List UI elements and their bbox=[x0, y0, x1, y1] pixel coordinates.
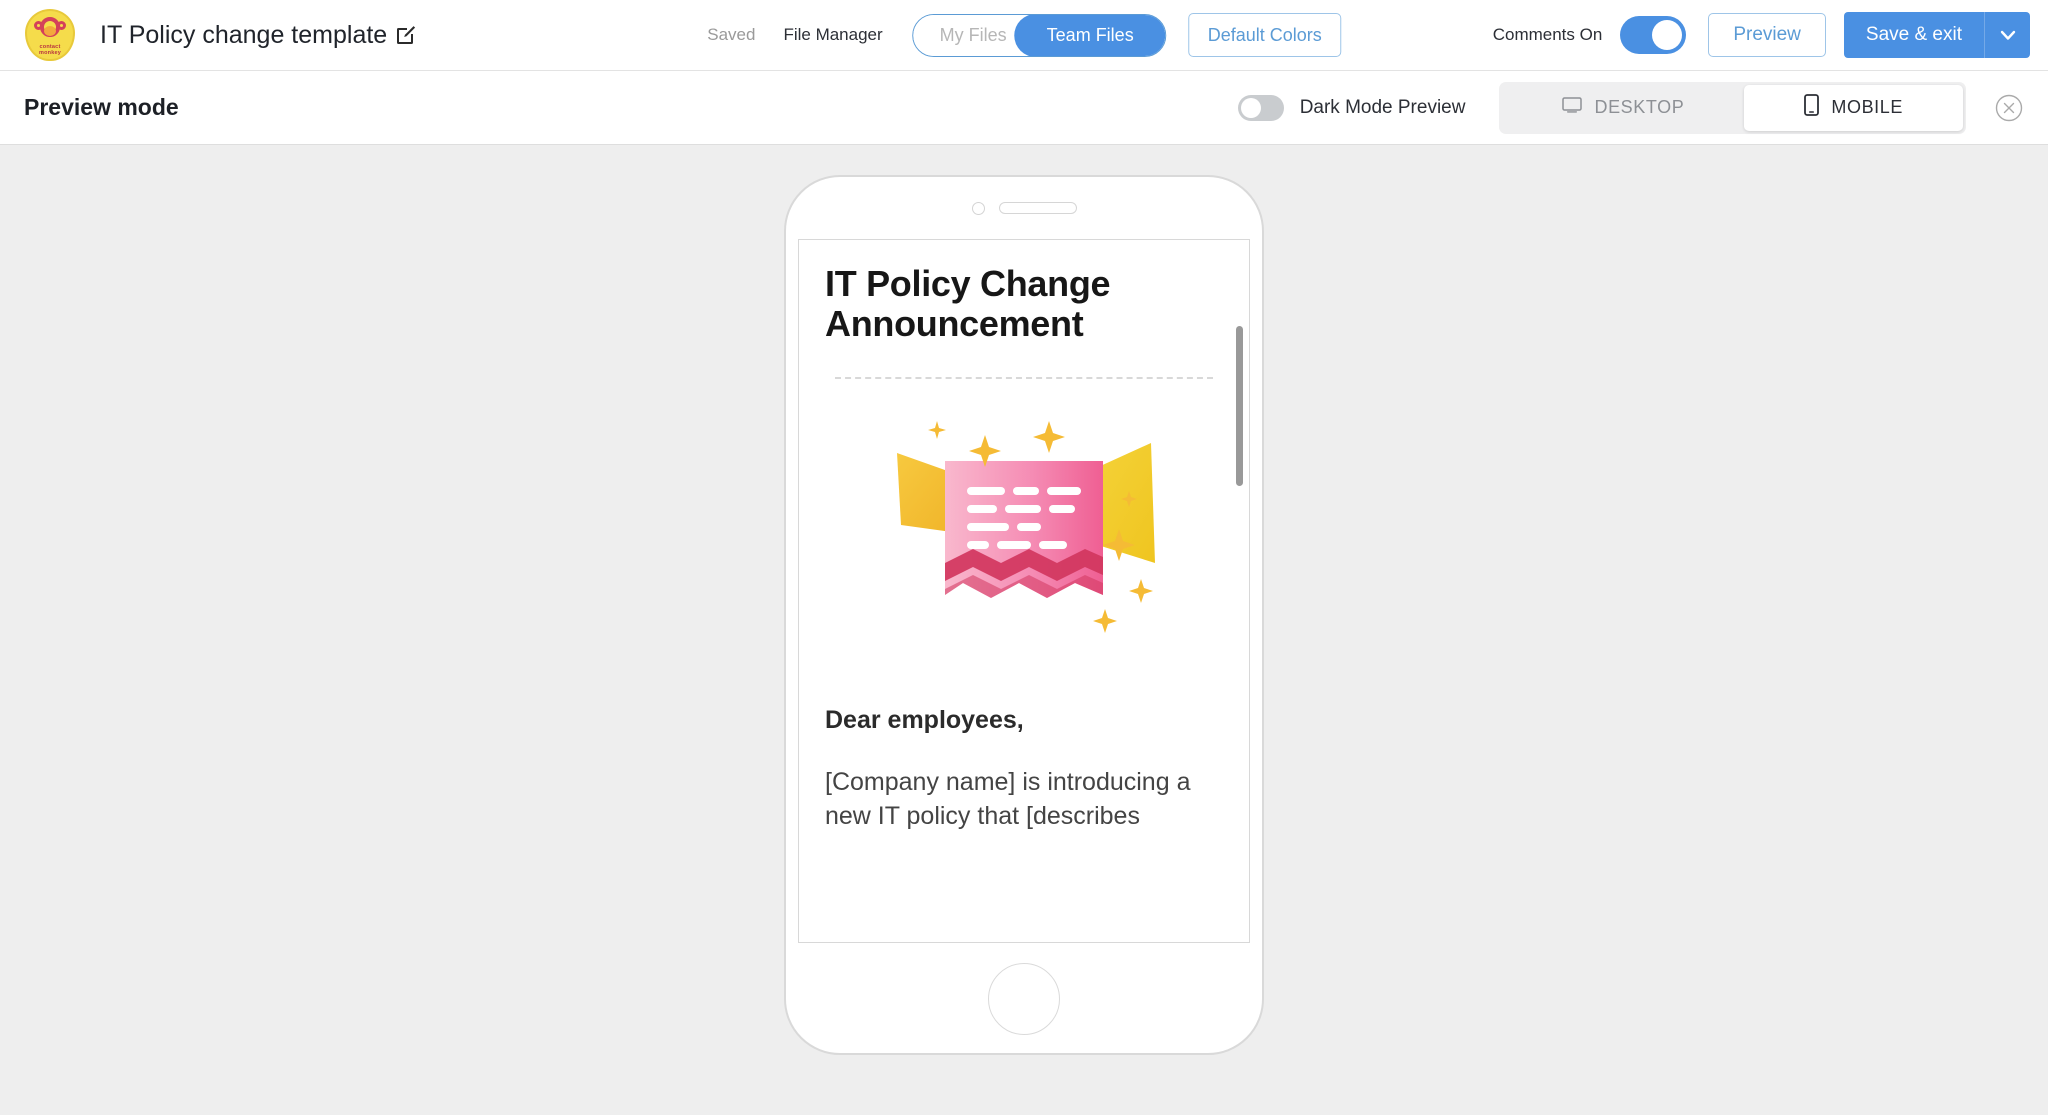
contactmonkey-logo-badge: contact monkey bbox=[25, 9, 75, 61]
dark-mode-preview-label: Dark Mode Preview bbox=[1299, 96, 1466, 118]
files-scope-toggle[interactable]: My Files Team Files bbox=[912, 13, 1167, 57]
save-and-exit-button[interactable]: Save & exit bbox=[1843, 12, 1984, 58]
email-scrollbar-thumb[interactable] bbox=[1236, 326, 1243, 486]
comments-toggle[interactable] bbox=[1620, 16, 1687, 54]
document-title: IT Policy change template bbox=[100, 21, 417, 50]
email-divider bbox=[835, 376, 1213, 379]
announcement-megaphone-illustration bbox=[889, 413, 1159, 658]
monkey-face-icon bbox=[34, 16, 66, 43]
comments-label: Comments On bbox=[1492, 25, 1603, 44]
email-preview-content: IT Policy Change Announcement Dear emplo… bbox=[799, 240, 1249, 942]
device-option-desktop-label: DESKTOP bbox=[1594, 97, 1685, 117]
phone-screen: IT Policy Change Announcement Dear emplo… bbox=[798, 239, 1250, 943]
default-colors-button[interactable]: Default Colors bbox=[1188, 13, 1341, 57]
logo-wordmark: contact monkey bbox=[39, 43, 61, 56]
email-heading: IT Policy Change Announcement bbox=[825, 263, 1111, 345]
toolbar-center-group: Saved File Manager My Files Team Files D… bbox=[707, 13, 1341, 57]
email-greeting: Dear employees, bbox=[825, 705, 1024, 734]
toggle-knob bbox=[1240, 97, 1261, 118]
phone-home-button[interactable] bbox=[988, 963, 1060, 1035]
toggle-knob bbox=[1652, 20, 1683, 50]
saved-status: Saved bbox=[707, 25, 756, 44]
preview-mode-title: Preview mode bbox=[24, 94, 179, 120]
device-option-mobile[interactable]: MOBILE bbox=[1744, 84, 1963, 131]
mobile-phone-icon bbox=[1804, 94, 1820, 121]
dark-mode-preview-toggle[interactable] bbox=[1237, 94, 1284, 121]
app-logo[interactable]: contact monkey bbox=[24, 9, 76, 61]
device-option-desktop[interactable]: DESKTOP bbox=[1502, 85, 1744, 131]
document-title-text: IT Policy change template bbox=[100, 20, 388, 49]
phone-top-bezel bbox=[786, 177, 1262, 239]
toolbar-right-group: Comments On Preview Save & exit bbox=[1493, 12, 2048, 58]
preview-canvas: IT Policy Change Announcement Dear emplo… bbox=[0, 145, 2048, 1115]
device-preview-selector: DESKTOP MOBILE bbox=[1499, 81, 1966, 134]
mobile-device-mockup: IT Policy Change Announcement Dear emplo… bbox=[784, 175, 1264, 1055]
device-option-mobile-label: MOBILE bbox=[1831, 97, 1903, 117]
team-files-option[interactable]: Team Files bbox=[1014, 14, 1166, 56]
close-circle-icon[interactable] bbox=[1994, 93, 2024, 123]
email-paragraph: [Company name] is introducing a new IT p… bbox=[825, 767, 1191, 831]
top-toolbar: contact monkey IT Policy change template… bbox=[0, 0, 2048, 71]
phone-speaker-icon bbox=[998, 202, 1077, 214]
preview-button[interactable]: Preview bbox=[1708, 13, 1826, 57]
preview-mode-bar: Preview mode Dark Mode Preview DESKTOP M… bbox=[0, 71, 2048, 145]
file-manager-button[interactable]: File Manager bbox=[783, 25, 882, 45]
save-options-chevron-down-icon[interactable] bbox=[1984, 12, 2030, 58]
monitor-icon bbox=[1562, 97, 1583, 118]
pencil-edit-icon[interactable] bbox=[395, 24, 417, 46]
preview-bar-controls: Dark Mode Preview DESKTOP MOBILE bbox=[1237, 81, 2024, 134]
phone-camera-icon bbox=[971, 201, 985, 215]
